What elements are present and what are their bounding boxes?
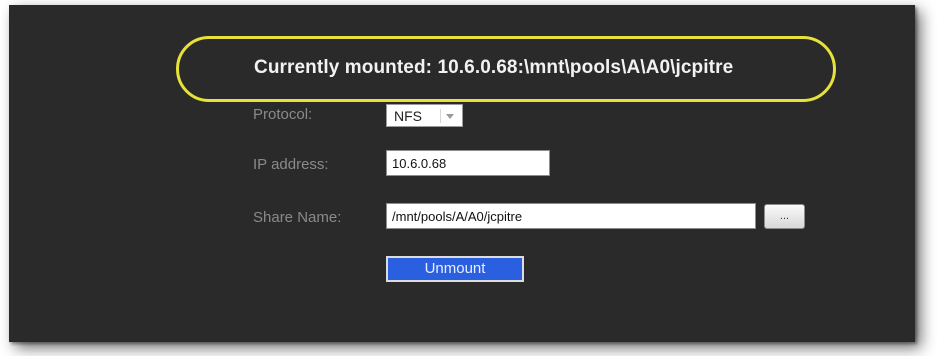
share-name-label: Share Name: (253, 209, 342, 226)
protocol-label: Protocol: (253, 106, 313, 123)
select-divider (440, 109, 441, 123)
browse-button[interactable]: ... (764, 204, 805, 229)
protocol-selected-value: NFS (394, 108, 422, 124)
mount-status-text: Currently mounted: 10.6.0.68:\mnt\pools\… (254, 57, 734, 78)
protocol-select[interactable]: NFS (386, 104, 463, 127)
chevron-down-icon (446, 114, 454, 119)
share-name-input[interactable]: /mnt/pools/A/A0/jcpitre (386, 203, 756, 229)
ip-address-label: IP address: (253, 156, 329, 173)
ip-address-input[interactable]: 10.6.0.68 (386, 150, 550, 176)
unmount-button[interactable]: Unmount (386, 256, 524, 282)
